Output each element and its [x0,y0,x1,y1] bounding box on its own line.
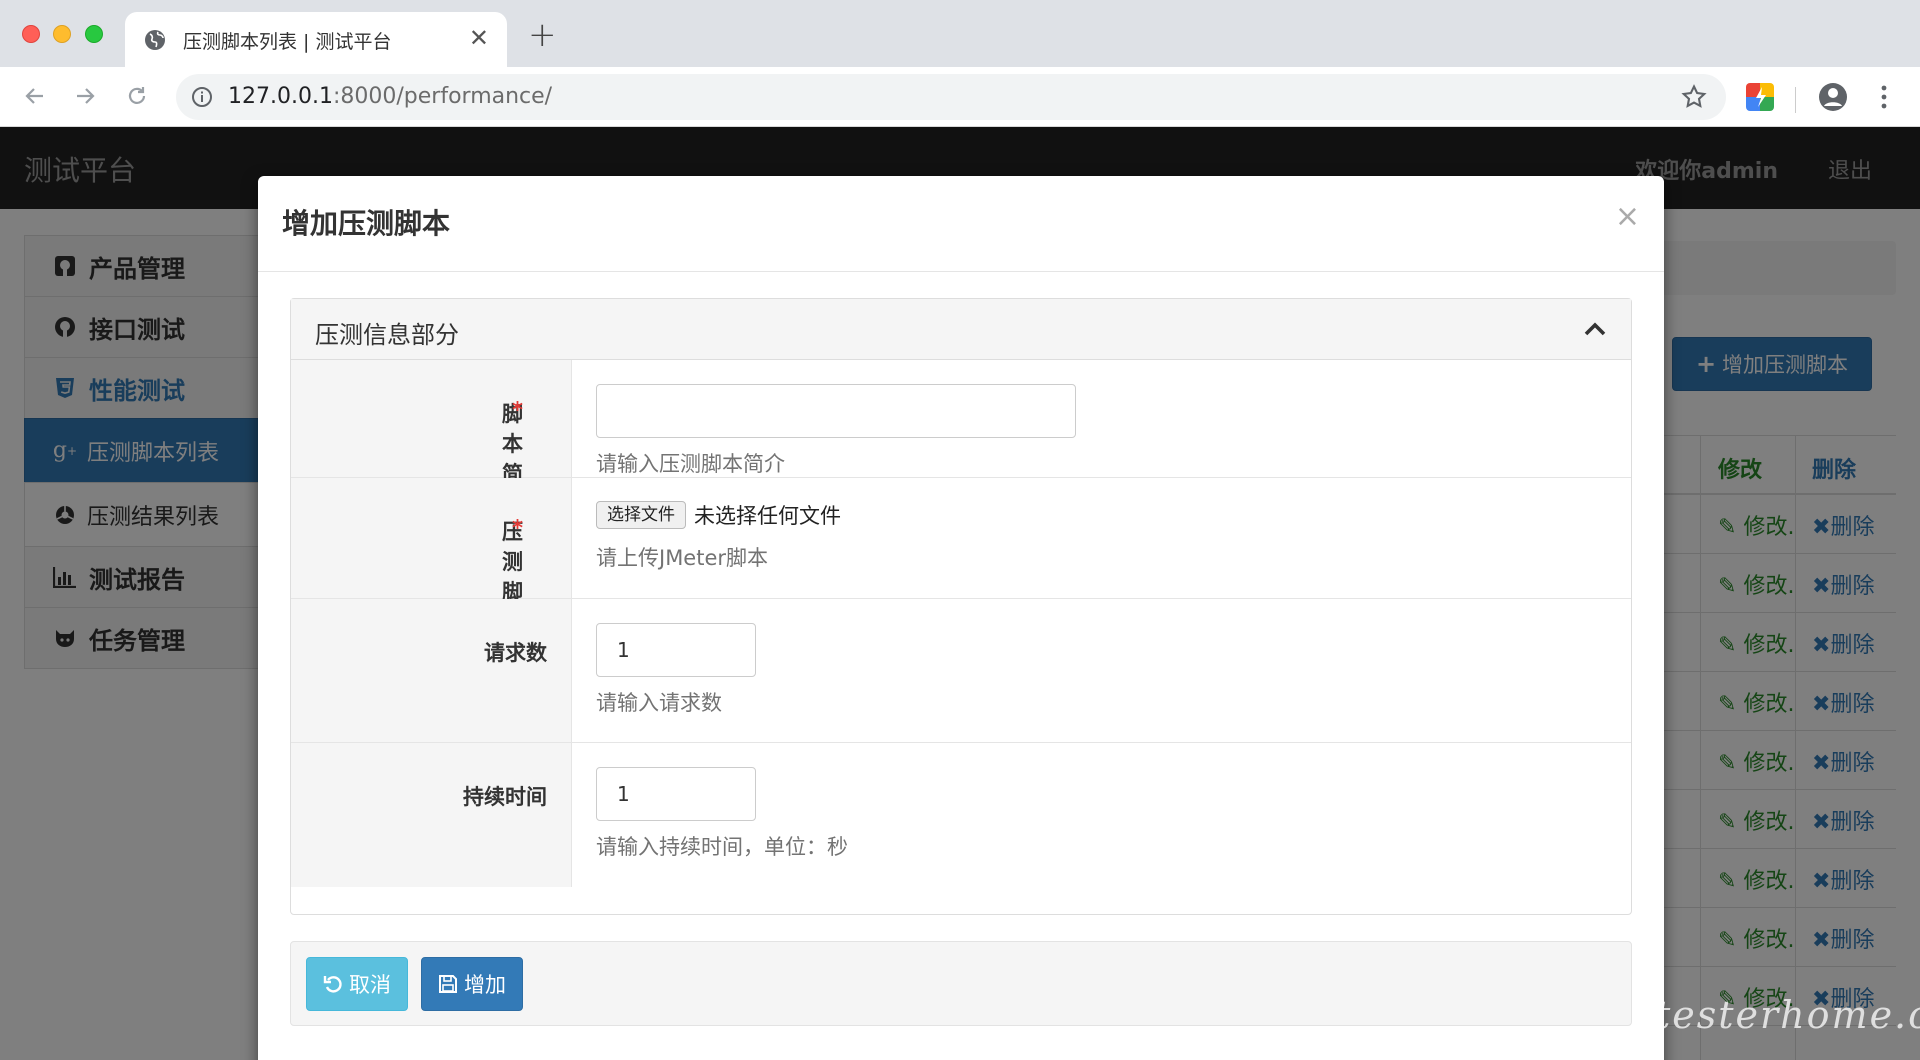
desc-help: 请输入压测脚本简介 [596,452,785,476]
duration-input[interactable]: 1 [596,767,756,821]
url-path: :8000/performance/ [332,84,553,109]
more-menu-icon[interactable] [1872,81,1896,113]
window-maximize-button[interactable] [85,25,103,43]
browser-toolbar: 127.0.0.1:8000/performance/ [0,67,1920,127]
browser-tab[interactable]: 压测脚本列表 | 测试平台 ✕ [125,12,507,67]
extension-icon[interactable] [1746,83,1774,111]
add-label: 增加 [464,973,506,997]
field-value-cell: 请输入压测脚本简介 [596,384,1076,478]
choose-file-button[interactable]: 选择文件 [596,501,686,529]
field-value-cell: 1 请输入持续时间，单位：秒 [596,767,848,861]
toolbar-separator [1795,87,1796,113]
undo-icon [323,976,342,993]
url-host: 127.0.0.1 [228,84,333,109]
required-mark: * [512,516,523,540]
field-label-cell: 压测脚本* [291,478,572,634]
requests-input[interactable]: 1 [596,623,756,677]
field-label-cell: 请求数 [291,599,572,742]
window-minimize-button[interactable] [53,25,71,43]
modal-close-button[interactable]: × [1615,202,1640,232]
add-button[interactable]: 增加 [421,957,523,1011]
url-text: 127.0.0.1:8000/performance/ [228,84,552,109]
modal-header: 增加压测脚本 × [258,176,1664,272]
file-input: 选择文件 未选择任何文件 [596,500,841,530]
cancel-label: 取消 [349,973,391,997]
arrow-right-icon [77,88,95,104]
forward-button[interactable] [68,79,102,113]
field-label-cell: 脚本简介* [291,360,572,516]
form-row-script: 压测脚本* 选择文件未选择任何文件 请上传JMeter脚本 [291,478,1631,634]
panel-title: 压测信息部分 [315,321,459,349]
tab-title: 压测脚本列表 | 测试平台 [183,31,392,53]
globe-icon [145,30,165,50]
duration-help: 请输入持续时间，单位：秒 [596,835,848,859]
modal-title: 增加压测脚本 [282,207,451,240]
form-row-duration: 持续时间 1 请输入持续时间，单位：秒 [291,743,1631,887]
file-status-text: 未选择任何文件 [694,504,841,528]
extension-logo-icon [1746,83,1774,111]
field-value-cell: 选择文件 未选择任何文件 请上传JMeter脚本 [596,500,841,572]
web-page: 测试平台 欢迎你admin 退出 产品管理 接口测试 性能测试 g+ 压测脚本列… [0,127,1920,1060]
back-button[interactable] [18,79,52,113]
required-mark: * [512,398,523,422]
info-panel: 压测信息部分 脚本简介* 请输入压测脚本简介 压测脚本* 选择文件未 [290,298,1632,915]
form-row-desc: 脚本简介* 请输入压测脚本简介 [291,360,1631,516]
panel-heading[interactable]: 压测信息部分 [291,299,1631,360]
profile-avatar-icon[interactable] [1817,81,1849,113]
arrow-left-icon [25,88,43,104]
reload-button[interactable] [120,79,154,113]
bookmark-star-icon[interactable] [1680,83,1708,111]
requests-label: 请求数 [484,641,547,665]
save-floppy-icon [439,975,457,993]
cancel-button[interactable]: 取消 [306,957,408,1011]
duration-label: 持续时间 [463,785,547,809]
info-icon[interactable] [190,85,214,109]
reload-icon [128,87,146,104]
form-row-requests: 请求数 1 请输入请求数 [291,599,1631,743]
tab-close-icon[interactable]: ✕ [469,24,489,52]
desc-input[interactable] [596,384,1076,438]
chevron-up-icon[interactable] [1583,319,1607,339]
script-help: 请上传JMeter脚本 [596,546,769,570]
watermark-text: testerhome.com [1655,993,1920,1037]
requests-help: 请输入请求数 [596,691,722,715]
add-script-modal: 增加压测脚本 × 压测信息部分 脚本简介* 请输入压测脚本简介 压测脚本* [258,176,1664,1060]
field-label-cell: 持续时间 [291,743,572,887]
form-actions: 取消 增加 [290,941,1632,1026]
new-tab-button[interactable]: + [528,18,557,52]
field-value-cell: 1 请输入请求数 [596,623,756,717]
address-bar[interactable]: 127.0.0.1:8000/performance/ [176,74,1726,120]
browser-tab-strip: 压测脚本列表 | 测试平台 ✕ + [0,0,1920,67]
window-close-button[interactable] [22,25,40,43]
